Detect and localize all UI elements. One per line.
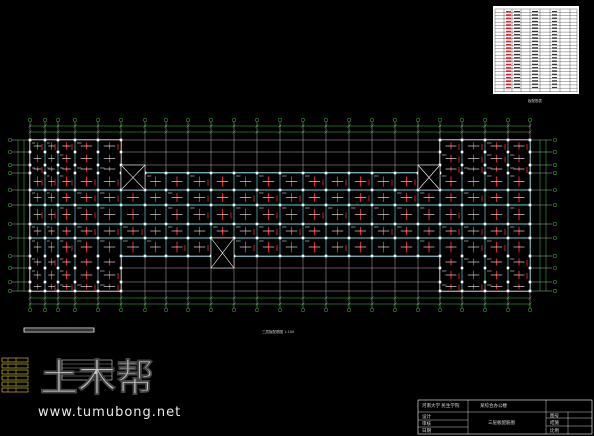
title-block-row3: 日期 [422, 429, 431, 434]
watermark-brand: 土木帮 [40, 356, 154, 397]
title-block-drawing-name: 三层板配筋图 [488, 421, 515, 426]
rebar-schedule-table [493, 6, 579, 95]
watermark-url: www.tumubong.net [38, 405, 182, 420]
plan-caption: 三层板配筋图 1:100 [262, 330, 295, 334]
title-block-project: 某综合办公楼 [480, 404, 507, 409]
table-caption: 板配筋表 [528, 99, 542, 103]
title-block-right1: 图号 [550, 414, 559, 419]
watermark-logo: 土木帮 [40, 356, 154, 397]
title-block-school: 河南大学 民生学院 [422, 404, 460, 409]
title-block-right3: 比例 [550, 429, 559, 434]
title-block-right2: 结施 [550, 421, 559, 426]
title-block-row1: 设计 [422, 415, 431, 420]
title-block-row2: 审核 [422, 422, 431, 427]
